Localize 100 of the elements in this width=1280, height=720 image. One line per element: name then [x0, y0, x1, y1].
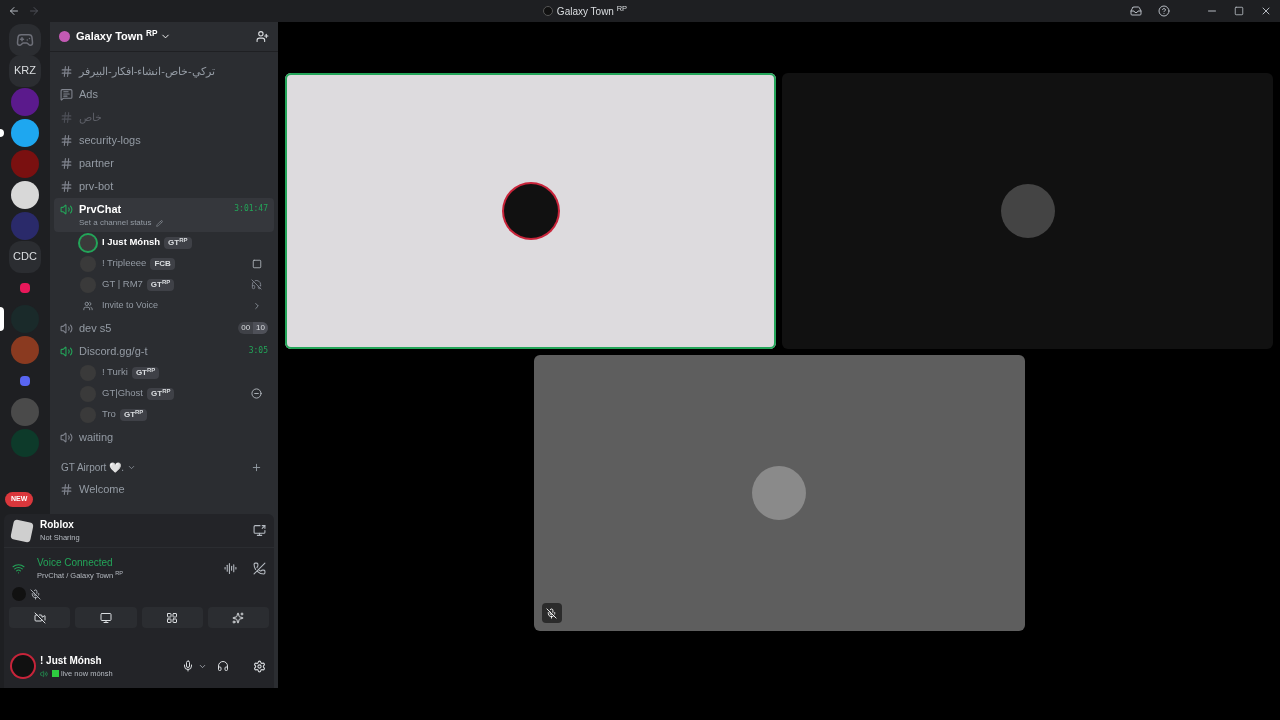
user-tag: FCB — [150, 257, 175, 270]
server-indicator — [0, 128, 4, 137]
video-tile[interactable] — [533, 355, 1025, 631]
user-tag: GT$^{RP}$ — [146, 278, 175, 291]
invite-icon[interactable] — [256, 30, 269, 43]
chevron-icon — [252, 300, 262, 311]
noise-icon[interactable] — [224, 561, 237, 575]
screen-share-button[interactable] — [75, 607, 137, 629]
server-icon — [59, 31, 70, 42]
activities-button[interactable] — [141, 607, 203, 629]
muted-icon — [30, 588, 41, 600]
server-icon[interactable] — [11, 180, 39, 209]
voice-timer: 3:05 — [248, 345, 268, 357]
folder-icon[interactable] — [20, 282, 30, 293]
user-avatar — [1000, 184, 1055, 238]
user-avatar[interactable] — [12, 655, 34, 677]
settings-icon[interactable] — [253, 659, 266, 673]
user-tag: GT$^{RP}$ — [131, 366, 160, 379]
voice-user[interactable]: Tro GT$^{RP}$ — [54, 404, 274, 425]
channel-name: Welcome — [79, 482, 125, 498]
voice-user[interactable]: ! Tripleeee FCB — [54, 253, 274, 274]
server-icon[interactable] — [11, 118, 39, 147]
headphones-icon[interactable] — [217, 660, 229, 672]
voice-timer: 3:01:47 — [234, 203, 268, 215]
category-header[interactable]: GT Airport 🤍. — [61, 459, 251, 475]
server-icon[interactable]: KRZ — [9, 54, 41, 87]
video-tile[interactable] — [285, 73, 776, 349]
folder-icon[interactable] — [20, 375, 30, 386]
deafened-icon — [251, 279, 262, 290]
people-icon — [83, 300, 93, 311]
text-channel[interactable]: partner — [54, 152, 274, 175]
monitor-icon — [99, 611, 112, 624]
user-tag: GT$^{RP}$ — [147, 387, 175, 400]
server-icon[interactable]: CDC — [9, 240, 41, 273]
text-channel[interactable]: Welcome — [54, 478, 274, 501]
maximize-icon[interactable] — [1234, 6, 1244, 16]
user-tag: GT$^{RP}$ — [164, 236, 192, 249]
channel-name: security-logs — [79, 133, 141, 149]
status-icon — [251, 388, 262, 399]
server-icon — [542, 6, 553, 16]
close-icon[interactable] — [1260, 5, 1272, 17]
user-name: Tro — [102, 407, 116, 422]
window-title: Galaxy Town $^{RP}$ — [556, 3, 628, 19]
voice-user[interactable]: GT | RM7 GT$^{RP}$ — [54, 274, 274, 295]
screen-share-icon[interactable] — [253, 524, 266, 537]
muted-indicator — [541, 603, 562, 623]
invite-row[interactable]: Invite to Voice — [54, 295, 274, 316]
text-channel[interactable]: Ads — [54, 83, 274, 106]
camera-off-button[interactable] — [9, 607, 71, 629]
status-emoji-icon — [52, 670, 59, 677]
text-channel[interactable]: تركي-خاص-انشاء-افكار-البيرفر — [54, 60, 274, 83]
channel-name: partner — [79, 156, 114, 172]
user-name: ! Just Mónsh — [40, 653, 103, 668]
soundboard-button[interactable] — [207, 607, 269, 629]
user-tag: GT$^{RP}$ — [119, 408, 148, 421]
help-icon[interactable] — [1158, 5, 1170, 17]
voice-user[interactable]: ! Turki GT$^{RP}$ — [54, 362, 274, 383]
server-indicator — [0, 306, 4, 331]
voice-status: Voice Connected — [37, 556, 114, 570]
grid-icon — [166, 611, 179, 624]
speaker-icon — [40, 669, 48, 678]
channel-name: Discord.gg/g-t — [79, 343, 149, 359]
user-avatar — [503, 184, 558, 238]
user-avatar — [752, 466, 806, 520]
user-count: 10 — [253, 322, 268, 334]
text-channel[interactable]: prv-bot — [54, 175, 274, 198]
edit-icon[interactable] — [155, 219, 163, 227]
mic-icon[interactable] — [182, 660, 194, 672]
game-icon — [10, 518, 34, 543]
voice-channel[interactable]: dev s5 00 10 — [54, 317, 274, 339]
server-name[interactable]: Galaxy Town $^{RP}$ — [76, 28, 158, 45]
channel-status[interactable]: Set a channel status — [79, 217, 152, 229]
video-tile[interactable] — [782, 73, 1273, 349]
disconnect-icon[interactable] — [253, 561, 266, 575]
voice-user[interactable]: GT|Ghost GT$^{RP}$ — [54, 383, 274, 404]
game-icon — [252, 258, 262, 269]
user-name: ! Tripleeee — [102, 256, 147, 271]
add-icon[interactable] — [251, 461, 262, 473]
camera-off-icon — [33, 611, 46, 624]
inbox-icon[interactable] — [1130, 5, 1142, 17]
user-count: 00 — [240, 322, 252, 334]
back-icon[interactable] — [8, 5, 20, 17]
signal-icon — [12, 561, 25, 575]
user-name: ! Turki — [102, 365, 128, 380]
channel-name: waiting — [79, 429, 115, 445]
channel-name: dev s5 — [79, 320, 113, 336]
channel-name: تركي-خاص-انشاء-افكار-البيرفر — [79, 64, 215, 80]
home-icon[interactable] — [9, 23, 41, 56]
channel-name: prv-bot — [79, 179, 114, 195]
user-name: GT | RM7 — [102, 277, 143, 292]
voice-channel[interactable]: waiting — [54, 426, 274, 448]
user-name: I Just Mónsh — [102, 235, 161, 250]
text-channel[interactable]: security-logs — [54, 129, 274, 152]
activity-title: Roblox — [40, 518, 75, 533]
voice-channel[interactable]: PrvChat 3:01:47 Set a channel status — [54, 198, 274, 232]
voice-user[interactable]: I Just Mónsh GT$^{RP}$ — [54, 232, 274, 253]
channel-name: PrvChat — [79, 201, 123, 217]
user-name: GT|Ghost — [102, 386, 143, 401]
sparkles-icon — [232, 611, 245, 624]
voice-channel[interactable]: Discord.gg/g-t 3:05 — [54, 340, 274, 362]
